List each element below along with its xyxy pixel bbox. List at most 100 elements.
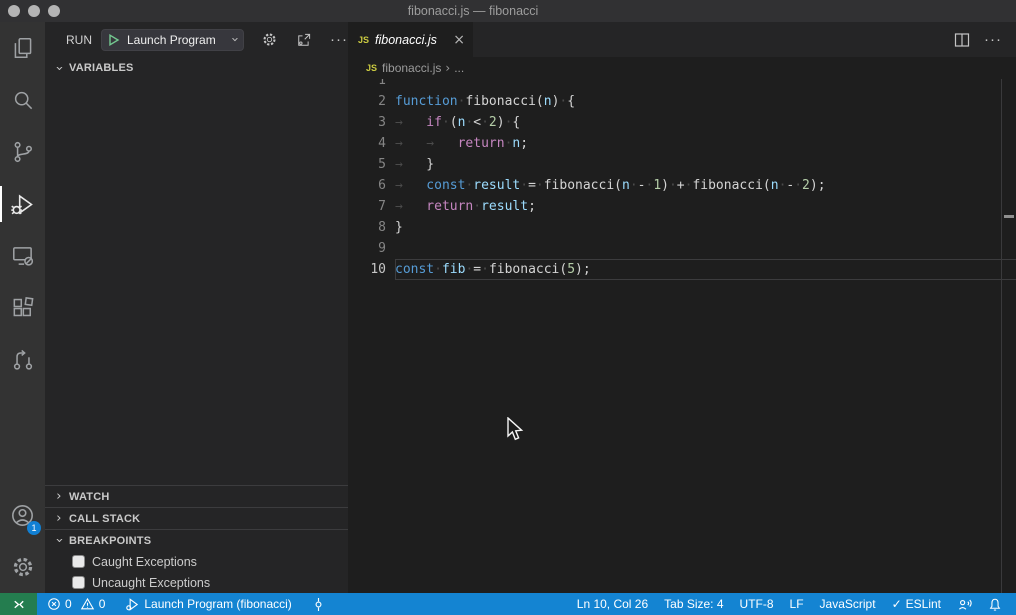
chevron-down-icon: › <box>52 535 67 547</box>
split-editor-icon[interactable] <box>954 32 970 48</box>
pull-requests-icon[interactable] <box>0 334 45 386</box>
whitespace-marker: → <box>395 112 426 133</box>
line-number[interactable]: 1 <box>348 79 395 91</box>
maximize-window-button[interactable] <box>48 5 60 17</box>
close-tab-icon[interactable]: × <box>453 32 465 48</box>
code-line-content: } <box>395 217 1016 238</box>
code-token: n <box>622 178 630 193</box>
problems-status[interactable]: 0 0 <box>41 593 111 615</box>
code-line[interactable]: 10const·fib·=·fibonacci(5); <box>348 259 1016 280</box>
code-line[interactable]: 9 <box>348 238 1016 259</box>
settings-gear-icon[interactable] <box>0 541 45 593</box>
remote-explorer-icon[interactable] <box>0 230 45 282</box>
code-line-content: →if·(n·<·2)·{ <box>395 112 1016 133</box>
eol-status[interactable]: LF <box>782 593 812 615</box>
code-line[interactable]: 3→if·(n·<·2)·{ <box>348 112 1016 133</box>
variables-section-header[interactable]: › VARIABLES <box>45 57 348 79</box>
run-and-debug-icon[interactable] <box>0 178 45 230</box>
tab-size-status[interactable]: Tab Size: 4 <box>656 593 731 615</box>
line-number[interactable]: 8 <box>348 217 395 238</box>
breakpoint-row[interactable]: Uncaught Exceptions <box>45 572 348 593</box>
minimize-window-button[interactable] <box>28 5 40 17</box>
launch-config-dropdown[interactable]: Launch Program › <box>101 29 244 51</box>
code-line[interactable]: 1 <box>348 79 1016 91</box>
code-token: const <box>426 178 465 193</box>
editor-more-actions-icon[interactable]: ··· <box>984 31 1002 48</box>
start-debug-icon[interactable] <box>108 34 120 46</box>
line-number[interactable]: 9 <box>348 238 395 259</box>
language-mode-status[interactable]: JavaScript <box>812 593 884 615</box>
breakpoint-row[interactable]: Caught Exceptions <box>45 551 348 572</box>
code-line[interactable]: 7→return·result; <box>348 196 1016 217</box>
ports-status[interactable] <box>306 593 331 615</box>
line-number[interactable]: 4 <box>348 133 395 154</box>
code-token: result <box>473 178 520 193</box>
tab-fibonacci-js[interactable]: JS fibonacci.js × <box>348 22 473 57</box>
code-line[interactable]: 5→} <box>348 154 1016 175</box>
code-token: = <box>473 262 481 277</box>
code-line[interactable]: 8} <box>348 217 1016 238</box>
line-number[interactable]: 5 <box>348 154 395 175</box>
explorer-icon[interactable] <box>0 22 45 74</box>
run-toolbar: RUN Launch Program › ··· <box>45 22 348 57</box>
breadcrumb-symbol[interactable]: ... <box>454 61 464 75</box>
accounts-icon[interactable]: 1 <box>0 489 45 541</box>
extensions-icon[interactable] <box>0 282 45 334</box>
watch-section-header[interactable]: › WATCH <box>45 485 348 507</box>
code-line-content: →const·result·=·fibonacci(n·-·1)·+·fibon… <box>395 175 1016 196</box>
bell-icon <box>988 597 1002 612</box>
scrollbar-track[interactable] <box>1001 79 1002 593</box>
cursor-position-status[interactable]: Ln 10, Col 26 <box>569 593 656 615</box>
line-number[interactable]: 7 <box>348 196 395 217</box>
remote-indicator[interactable] <box>0 593 37 615</box>
whitespace-marker: · <box>520 178 528 193</box>
notifications-status[interactable] <box>980 593 1010 615</box>
search-icon[interactable] <box>0 74 45 126</box>
code-token: const <box>395 262 434 277</box>
line-number[interactable]: 3 <box>348 112 395 133</box>
chevron-right-icon: › <box>53 511 65 526</box>
code-line[interactable]: 6→const·result·=·fibonacci(n·-·1)·+·fibo… <box>348 175 1016 196</box>
code-token: 2 <box>802 178 810 193</box>
breakpoint-checkbox[interactable] <box>72 555 85 568</box>
line-number[interactable]: 6 <box>348 175 395 196</box>
code-token: 1 <box>653 178 661 193</box>
commit-node-icon <box>312 597 325 612</box>
feedback-status[interactable] <box>949 593 980 615</box>
window-controls <box>8 5 60 17</box>
warning-count: 0 <box>99 597 106 611</box>
line-number[interactable]: 10 <box>348 259 395 280</box>
accounts-badge: 1 <box>27 521 41 535</box>
code-token: < <box>473 115 481 130</box>
breadcrumb: JS fibonacci.js › ... <box>348 57 1016 79</box>
debug-console-icon[interactable] <box>295 31 313 49</box>
tab-size-label: Tab Size: 4 <box>664 597 723 611</box>
status-bar: 0 0 Launch Program (fibonacci) Ln 10, Co… <box>0 593 1016 615</box>
code-line[interactable]: 4→→return·n; <box>348 133 1016 154</box>
code-token: ( <box>763 178 771 193</box>
code-line[interactable]: 2function·fibonacci(n)·{ <box>348 91 1016 112</box>
views-more-actions-icon[interactable]: ··· <box>330 31 348 48</box>
configure-gear-icon[interactable] <box>261 31 278 48</box>
source-control-icon[interactable] <box>0 126 45 178</box>
activity-bar: 1 <box>0 22 45 593</box>
code-token: ) <box>661 178 669 193</box>
eslint-status[interactable]: ✓ ESLint <box>884 593 949 615</box>
code-line-content: →return·result; <box>395 196 1016 217</box>
code-token: { <box>567 94 575 109</box>
breakpoint-checkbox[interactable] <box>72 576 85 589</box>
breadcrumb-file[interactable]: fibonacci.js <box>382 61 441 75</box>
line-number[interactable]: 2 <box>348 91 395 112</box>
whitespace-marker: · <box>442 115 450 130</box>
breakpoint-label: Caught Exceptions <box>92 555 197 569</box>
breakpoints-section-header[interactable]: › BREAKPOINTS <box>45 529 348 551</box>
tab-bar: JS fibonacci.js × ··· <box>348 22 1016 57</box>
close-window-button[interactable] <box>8 5 20 17</box>
call-stack-section-header[interactable]: › CALL STACK <box>45 507 348 529</box>
debug-launch-status[interactable]: Launch Program (fibonacci) <box>119 593 297 615</box>
code-line-content <box>395 79 1016 91</box>
eslint-label: ESLint <box>906 597 941 611</box>
code-editor[interactable]: 12function·fibonacci(n)·{3→if·(n·<·2)·{4… <box>348 79 1016 593</box>
encoding-status[interactable]: UTF-8 <box>732 593 782 615</box>
code-line-content: const·fib·=·fibonacci(5); <box>395 259 1016 280</box>
